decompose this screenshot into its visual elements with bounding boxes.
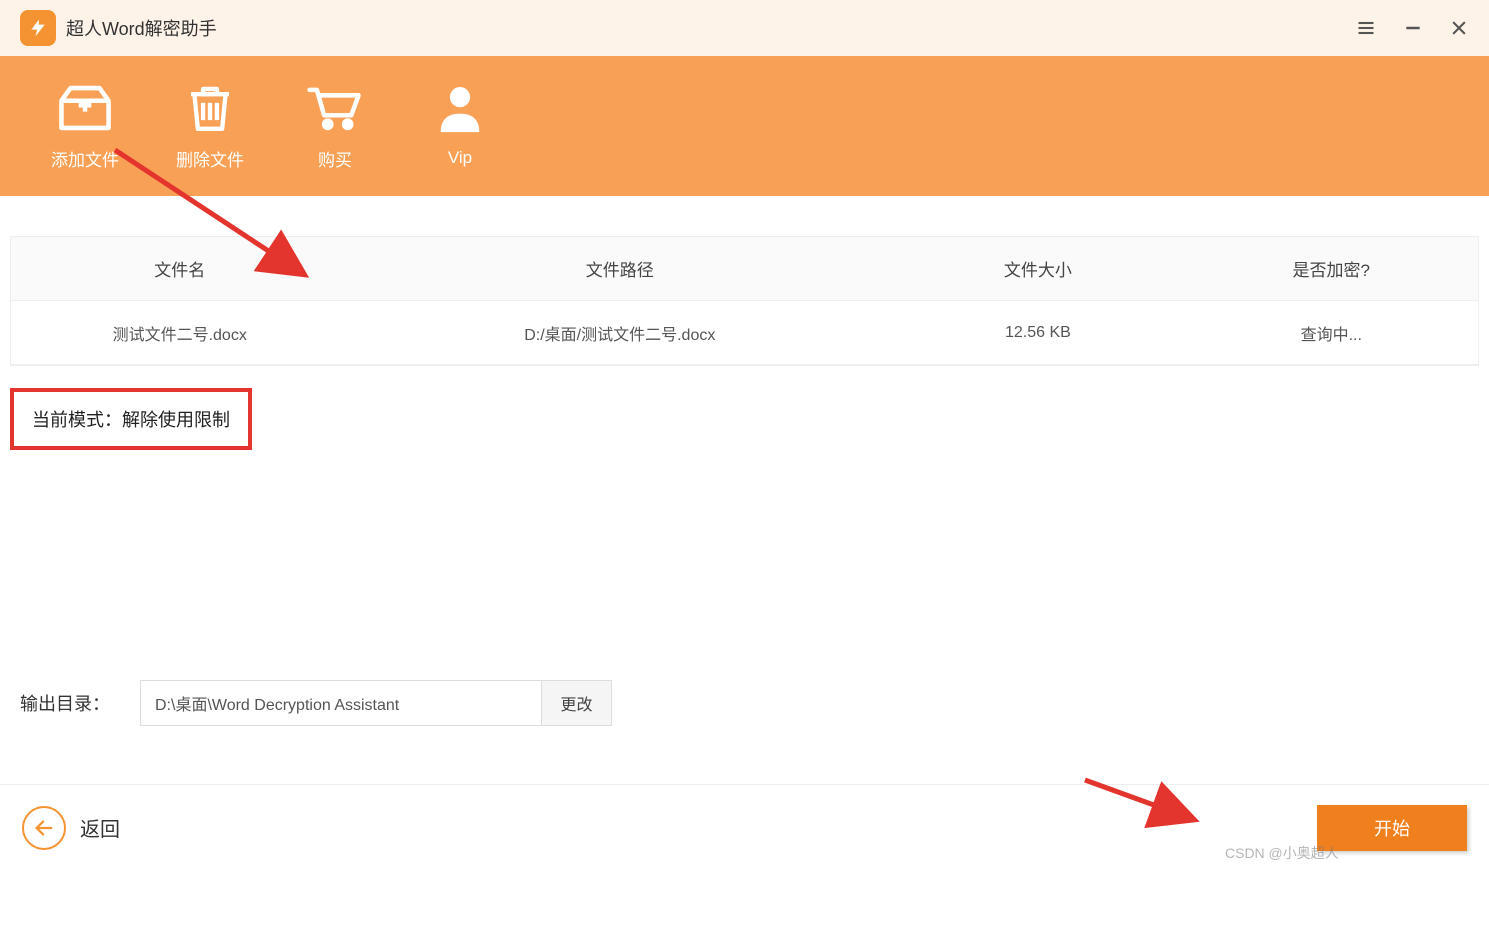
titlebar: 超人Word解密助手 bbox=[0, 0, 1489, 56]
table-header: 文件名 文件路径 文件大小 是否加密? bbox=[11, 237, 1478, 301]
add-file-button[interactable]: 添加文件 bbox=[45, 82, 125, 171]
output-row: 输出目录： 更改 bbox=[20, 680, 612, 726]
add-file-icon bbox=[56, 82, 114, 134]
user-icon bbox=[437, 84, 483, 136]
cart-icon bbox=[306, 82, 364, 134]
window-controls bbox=[1355, 18, 1469, 38]
vip-label: Vip bbox=[448, 148, 472, 168]
header-filename: 文件名 bbox=[11, 256, 348, 281]
delete-file-button[interactable]: 删除文件 bbox=[170, 82, 250, 171]
output-label: 输出目录： bbox=[20, 690, 110, 716]
main-toolbar: 添加文件 删除文件 购买 Vip bbox=[0, 56, 1489, 196]
table-row[interactable]: 测试文件二号.docx D:/桌面/测试文件二号.docx 12.56 KB 查… bbox=[11, 301, 1478, 365]
vip-button[interactable]: Vip bbox=[420, 84, 500, 168]
output-wrap: 更改 bbox=[140, 680, 612, 726]
back-arrow-icon bbox=[22, 806, 66, 850]
buy-button[interactable]: 购买 bbox=[295, 82, 375, 171]
add-file-label: 添加文件 bbox=[51, 146, 119, 171]
titlebar-left: 超人Word解密助手 bbox=[20, 10, 217, 46]
mode-status: 当前模式：解除使用限制 bbox=[10, 388, 252, 450]
close-button[interactable] bbox=[1449, 18, 1469, 38]
close-icon bbox=[1449, 18, 1469, 38]
change-output-button[interactable]: 更改 bbox=[541, 681, 611, 725]
cell-filesize: 12.56 KB bbox=[891, 324, 1184, 342]
lightning-icon bbox=[28, 16, 48, 40]
app-logo bbox=[20, 10, 56, 46]
minimize-button[interactable] bbox=[1403, 18, 1423, 38]
app-title: 超人Word解密助手 bbox=[66, 15, 217, 41]
trash-icon bbox=[185, 82, 235, 134]
back-button[interactable]: 返回 bbox=[22, 806, 120, 850]
delete-file-label: 删除文件 bbox=[176, 146, 244, 171]
hamburger-icon bbox=[1355, 18, 1377, 38]
minimize-icon bbox=[1403, 18, 1423, 38]
file-table: 文件名 文件路径 文件大小 是否加密? 测试文件二号.docx D:/桌面/测试… bbox=[10, 236, 1479, 366]
header-filepath: 文件路径 bbox=[348, 256, 891, 281]
buy-label: 购买 bbox=[318, 146, 352, 171]
header-encrypted: 是否加密? bbox=[1185, 256, 1478, 281]
output-path-input[interactable] bbox=[141, 681, 541, 725]
cell-filepath: D:/桌面/测试文件二号.docx bbox=[348, 321, 891, 345]
menu-button[interactable] bbox=[1355, 18, 1377, 38]
cell-filename: 测试文件二号.docx bbox=[11, 321, 348, 345]
cell-encrypted: 查询中... bbox=[1185, 321, 1478, 345]
watermark: CSDN @小奥超人 bbox=[1225, 843, 1339, 863]
header-filesize: 文件大小 bbox=[891, 256, 1184, 281]
back-label: 返回 bbox=[80, 813, 120, 842]
start-button[interactable]: 开始 bbox=[1317, 805, 1467, 851]
